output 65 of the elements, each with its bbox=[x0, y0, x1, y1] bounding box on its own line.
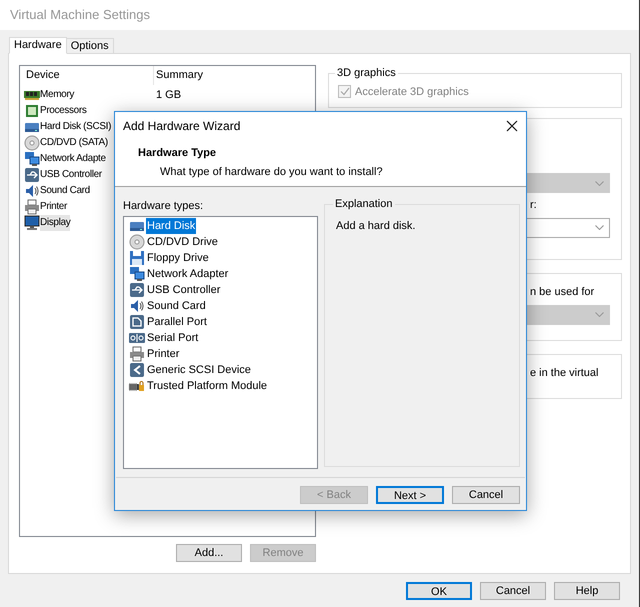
table-cell[interactable]: Memory bbox=[40, 87, 74, 103]
list-item[interactable]: Network Adapter bbox=[146, 266, 230, 282]
list-item[interactable]: Sound Card bbox=[146, 298, 207, 314]
dropdown[interactable] bbox=[526, 218, 610, 238]
list-item[interactable]: Parallel Port bbox=[146, 314, 208, 330]
group-title: 3D graphics bbox=[336, 66, 397, 81]
printer-icon bbox=[24, 199, 40, 215]
serial-port-icon bbox=[129, 330, 145, 346]
list-label: Hardware types: bbox=[123, 199, 204, 214]
table-cell[interactable]: Network Adapte bbox=[40, 151, 106, 167]
dialog-title: Add Hardware Wizard bbox=[123, 118, 240, 135]
list-item[interactable]: Trusted Platform Module bbox=[146, 378, 268, 394]
group-title: Explanation bbox=[334, 197, 394, 212]
chip-with-lock-icon bbox=[129, 378, 145, 394]
window-title: Virtual Machine Settings bbox=[10, 6, 150, 24]
tab[interactable]: Options bbox=[66, 38, 114, 54]
button[interactable]: Cancel bbox=[452, 486, 520, 504]
setting-label: n be used for bbox=[530, 285, 594, 300]
column-header: Device bbox=[20, 66, 154, 85]
chevron-down-icon bbox=[595, 312, 604, 317]
close-icon[interactable] bbox=[506, 120, 518, 132]
usb-icon bbox=[129, 282, 145, 298]
list-item[interactable]: Hard Disk bbox=[146, 218, 196, 234]
column-header: Summary bbox=[155, 68, 204, 84]
button[interactable]: Help bbox=[554, 582, 620, 600]
chevron-down-icon bbox=[595, 180, 604, 186]
network-computers-icon bbox=[24, 151, 40, 167]
checkbox-label: Accelerate 3D graphics bbox=[355, 84, 469, 100]
button[interactable]: OK bbox=[406, 582, 472, 600]
list-item[interactable]: Generic SCSI Device bbox=[146, 362, 252, 378]
port-icon bbox=[129, 314, 145, 330]
disc-icon bbox=[24, 135, 40, 151]
list-item[interactable]: Floppy Drive bbox=[146, 250, 210, 266]
table-cell[interactable]: Printer bbox=[40, 199, 68, 215]
setting-label: e in the virtual bbox=[530, 366, 598, 381]
table-cell[interactable]: Sound Card bbox=[40, 183, 90, 199]
chip-icon bbox=[24, 103, 40, 119]
chevron-down-icon bbox=[595, 225, 604, 230]
table-cell[interactable]: CD/DVD (SATA) bbox=[40, 135, 108, 151]
disc-icon bbox=[129, 234, 145, 250]
wizard-subtitle: What type of hardware do you want to install? bbox=[159, 164, 384, 180]
list-item[interactable]: USB Controller bbox=[146, 282, 222, 298]
wizard-heading: Hardware Type bbox=[137, 146, 218, 161]
button[interactable]: Add... bbox=[176, 544, 242, 562]
button[interactable]: Cancel bbox=[480, 582, 546, 600]
table-cell-text: 1 GB bbox=[155, 88, 182, 103]
explanation-text: Add a hard disk. bbox=[336, 218, 416, 234]
list-item[interactable]: CD/DVD Drive bbox=[146, 234, 219, 250]
hardware-type-list[interactable]: Hard Disk CD/DVD Drive Floppy Drive Network Adapter USB Controller Sound Card Parallel Port Serial Port Printer Generic SCSI Device Trusted Platform Module bbox=[123, 216, 318, 469]
tab[interactable]: Hardware bbox=[9, 37, 67, 54]
scsi-device-icon bbox=[129, 362, 145, 378]
table-cell[interactable]: Display bbox=[40, 215, 70, 231]
table-cell[interactable]: Processors bbox=[40, 103, 87, 119]
table-cell[interactable]: Hard Disk (SCSI) bbox=[40, 119, 112, 135]
network-computers-icon bbox=[129, 266, 145, 282]
button[interactable]: Next > bbox=[376, 486, 444, 504]
table-cell[interactable]: USB Controller bbox=[40, 167, 102, 183]
list-item[interactable]: Serial Port bbox=[146, 330, 200, 346]
speaker-icon bbox=[24, 183, 40, 199]
usb-icon bbox=[24, 167, 40, 183]
printer-icon bbox=[129, 346, 145, 362]
speaker-icon bbox=[129, 298, 145, 314]
list-item[interactable]: Printer bbox=[146, 346, 180, 362]
monitor-icon bbox=[24, 215, 40, 231]
setting-label: r: bbox=[530, 198, 537, 213]
